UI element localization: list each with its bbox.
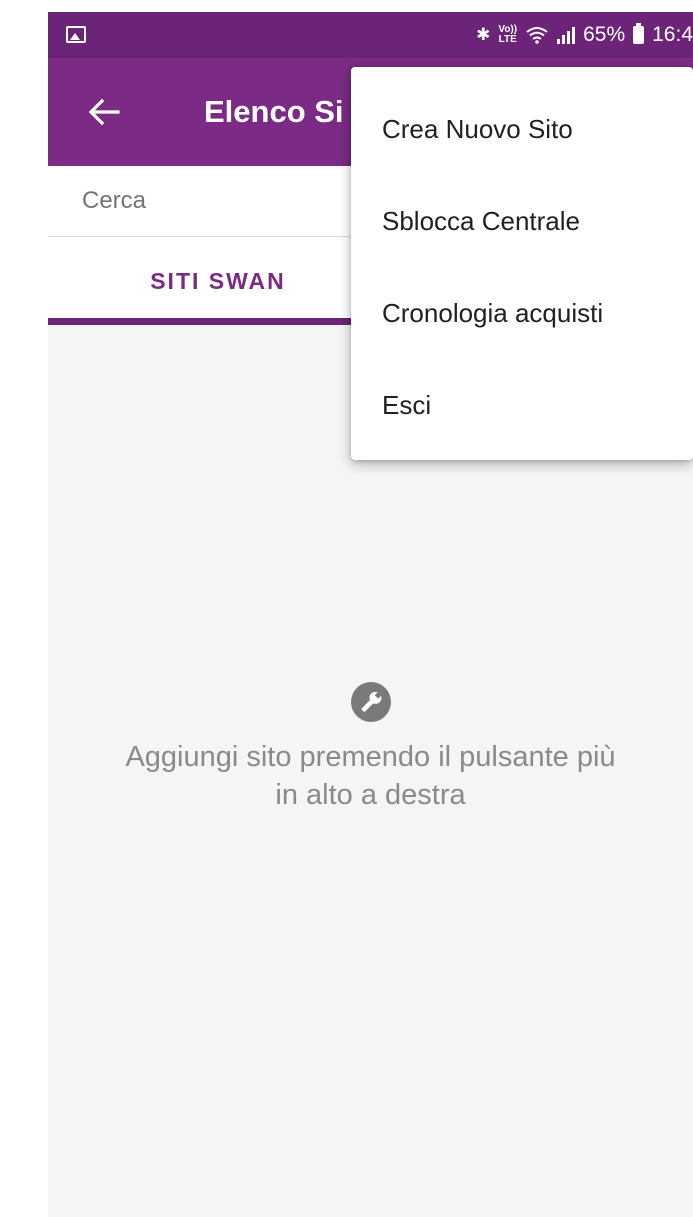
tab-siti-swan[interactable]: SITI SWAN <box>48 237 388 325</box>
gallery-notification-icon <box>66 26 86 43</box>
menu-item-cronologia-acquisti[interactable]: Cronologia acquisti <box>351 267 693 359</box>
overflow-menu: Crea Nuovo Sito Sblocca Centrale Cronolo… <box>351 67 693 460</box>
empty-state: Aggiungi sito premendo il pulsante più i… <box>48 682 693 814</box>
menu-item-crea-nuovo-sito[interactable]: Crea Nuovo Sito <box>351 83 693 175</box>
arrow-back-icon[interactable] <box>84 92 124 132</box>
status-bar: ✱ Vo)) LTE 65% 16:4 <box>48 12 693 58</box>
empty-message: Aggiungi sito premendo il pulsante più i… <box>125 741 616 811</box>
battery-icon <box>633 23 645 44</box>
page-title: Elenco Si <box>204 94 344 129</box>
status-time: 16:4 <box>652 23 693 46</box>
battery-percent: 65% <box>583 23 626 46</box>
status-indicators: ✱ Vo)) LTE 65% 16:4 <box>476 12 693 58</box>
vo-lte-bottom-text: LTE <box>498 34 517 45</box>
vo-lte-icon: Vo)) LTE <box>498 25 517 45</box>
signal-bars-icon <box>557 26 576 44</box>
bluetooth-icon: ✱ <box>476 25 491 44</box>
menu-item-esci[interactable]: Esci <box>351 359 693 451</box>
menu-item-sblocca-centrale[interactable]: Sblocca Centrale <box>351 175 693 267</box>
wrench-icon <box>350 682 391 722</box>
wifi-icon <box>526 27 548 44</box>
